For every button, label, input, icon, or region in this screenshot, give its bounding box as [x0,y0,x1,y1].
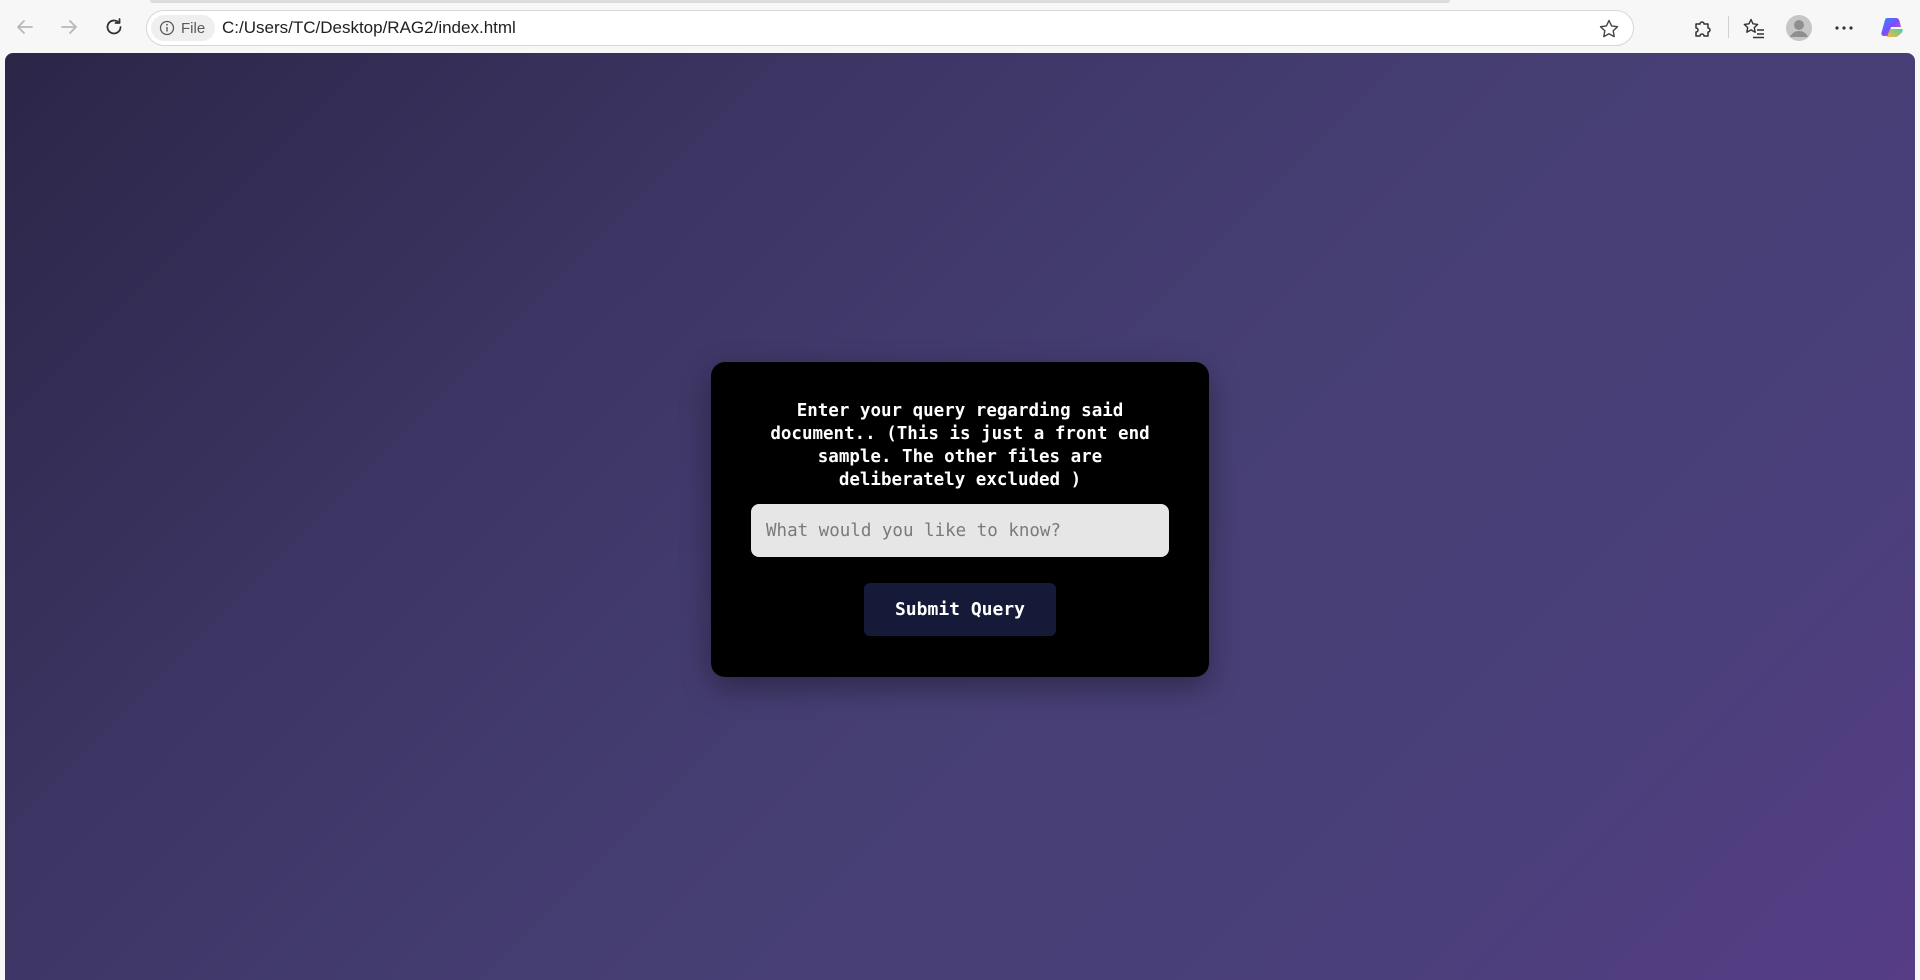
profile-button[interactable] [1783,12,1815,44]
forward-arrow-icon [61,20,77,34]
star-icon [1599,19,1619,38]
query-input[interactable] [751,504,1169,557]
favorites-button[interactable] [1738,12,1770,44]
more-dots-icon [1835,26,1853,30]
refresh-button[interactable] [97,10,131,44]
query-prompt: Enter your query regarding said document… [770,401,1150,490]
refresh-icon [106,18,122,35]
site-info-button[interactable]: File [151,15,216,41]
copilot-button[interactable] [1876,12,1908,44]
submit-query-button[interactable]: Submit Query [864,583,1056,636]
extensions-button[interactable] [1687,12,1719,44]
query-card: Enter your query regarding said document… [711,362,1209,677]
site-info-label: File [181,19,206,37]
info-icon [159,20,175,36]
url-text[interactable]: C:/Users/TC/Desktop/RAG2/index.html [222,18,516,38]
browser-toolbar: File C:/Users/TC/Desktop/RAG2/index.html [0,0,1920,53]
profile-avatar-icon [1786,15,1812,41]
copilot-icon [1881,18,1903,37]
forward-button[interactable] [52,10,86,44]
more-menu-button[interactable] [1828,12,1860,44]
puzzle-icon [1695,21,1711,37]
back-arrow-icon [17,20,33,34]
add-favorite-button[interactable] [1595,15,1623,43]
address-bar[interactable]: File C:/Users/TC/Desktop/RAG2/index.html [146,10,1634,46]
favorites-list-icon [1743,18,1764,39]
page-viewport: Enter your query regarding said document… [5,53,1915,980]
tab-strip [150,0,1450,3]
back-button[interactable] [8,10,42,44]
toolbar-divider [1728,16,1729,38]
